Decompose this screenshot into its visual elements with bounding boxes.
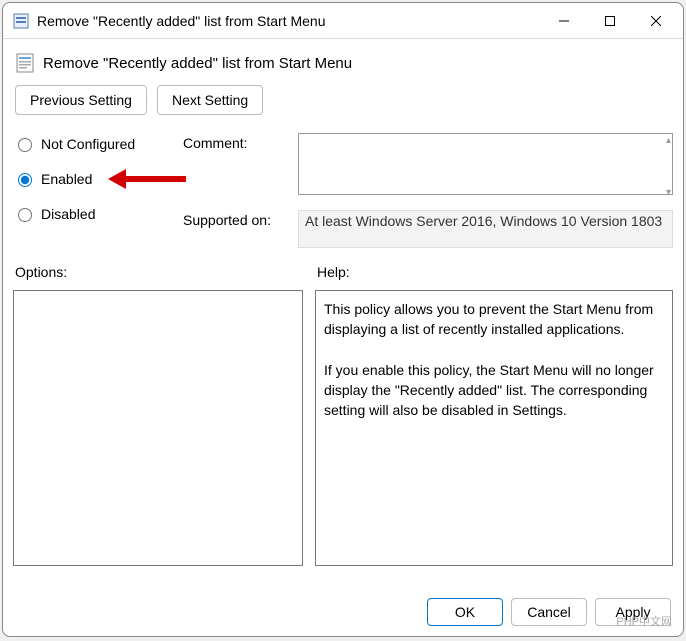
radio-not-configured-input[interactable]: [18, 138, 32, 152]
lower-section: Options: Help: This policy allows you to…: [13, 264, 673, 582]
radio-disabled[interactable]: Disabled: [13, 205, 163, 222]
supported-label: Supported on:: [183, 210, 288, 228]
cancel-button[interactable]: Cancel: [511, 598, 587, 626]
policy-file-icon: [13, 13, 29, 29]
radio-not-configured-label: Not Configured: [41, 136, 135, 152]
radio-enabled[interactable]: Enabled: [13, 170, 163, 187]
state-radio-group: Not Configured Enabled Disabled: [13, 133, 163, 248]
options-box: [13, 290, 303, 566]
footer: OK Cancel Apply: [3, 588, 683, 636]
previous-setting-button[interactable]: Previous Setting: [15, 85, 147, 115]
comment-row: Comment: ▴ ▾: [183, 133, 673, 200]
help-box: This policy allows you to prevent the St…: [315, 290, 673, 566]
help-column: Help: This policy allows you to prevent …: [315, 264, 673, 582]
radio-disabled-input[interactable]: [18, 208, 32, 222]
policy-document-icon: [15, 53, 35, 73]
supported-row: Supported on: At least Windows Server 20…: [183, 210, 673, 248]
radio-enabled-label: Enabled: [41, 171, 92, 187]
nav-buttons: Previous Setting Next Setting: [13, 85, 673, 115]
radio-enabled-input[interactable]: [18, 173, 32, 187]
options-column: Options:: [13, 264, 303, 582]
options-label: Options:: [13, 264, 303, 280]
maximize-button[interactable]: [587, 5, 633, 37]
info-column: Comment: ▴ ▾ Supported on: At least Wind…: [183, 133, 673, 248]
window-controls: [541, 5, 679, 37]
mid-section: Not Configured Enabled Disabled Comment:…: [13, 133, 673, 248]
apply-button[interactable]: Apply: [595, 598, 671, 626]
next-setting-button[interactable]: Next Setting: [157, 85, 263, 115]
help-label: Help:: [315, 264, 673, 280]
policy-title: Remove "Recently added" list from Start …: [43, 55, 352, 72]
content-area: Remove "Recently added" list from Start …: [3, 39, 683, 588]
radio-not-configured[interactable]: Not Configured: [13, 135, 163, 152]
comment-label: Comment:: [183, 133, 288, 151]
scroll-up-icon: ▴: [666, 135, 671, 146]
titlebar: Remove "Recently added" list from Start …: [3, 3, 683, 39]
close-button[interactable]: [633, 5, 679, 37]
comment-textarea[interactable]: [298, 133, 673, 195]
policy-header: Remove "Recently added" list from Start …: [13, 45, 673, 85]
policy-dialog: Remove "Recently added" list from Start …: [2, 2, 684, 637]
minimize-button[interactable]: [541, 5, 587, 37]
radio-disabled-label: Disabled: [41, 206, 95, 222]
scroll-down-icon: ▾: [666, 187, 671, 198]
supported-on-text: At least Windows Server 2016, Windows 10…: [298, 210, 673, 248]
window-title: Remove "Recently added" list from Start …: [37, 13, 541, 29]
ok-button[interactable]: OK: [427, 598, 503, 626]
